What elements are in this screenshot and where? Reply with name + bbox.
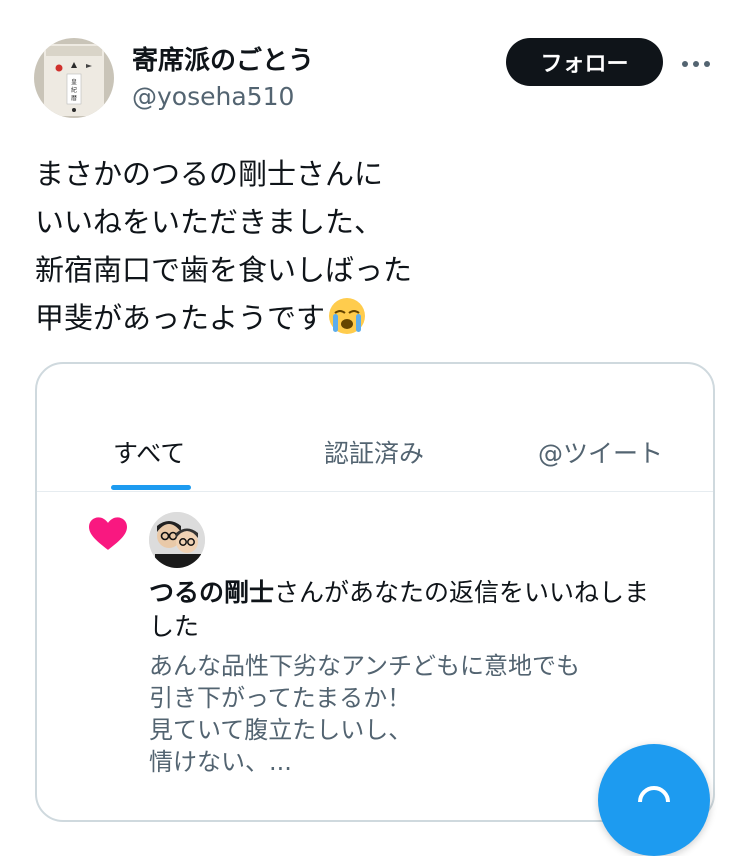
heart-icon [89,517,127,550]
quoted-line: 見ていて腹立たしいし、 [149,716,413,744]
svg-text:皇: 皇 [71,78,77,86]
tab-verified[interactable]: 認証済み [324,434,424,470]
calendar-avatar-image: 皇 紀 暦 [34,38,114,118]
tabs-divider [37,491,713,492]
liker-avatar-image [149,512,205,568]
follow-button[interactable]: フォロー [506,38,663,86]
embedded-image-notifications[interactable]: すべて 認証済み @ツイート つるの剛士さんがあなたの返信をいいねしま した あ… [35,362,715,822]
loudly-crying-face-icon [329,298,366,334]
liker-name[interactable]: つるの剛士 [149,578,274,607]
author-handle[interactable]: @yoseha510 [132,82,294,111]
tab-mentions[interactable]: @ツイート [538,434,663,470]
notification-message: さんがあなたの返信をいいねしま [274,578,650,607]
notification-text: つるの剛士さんがあなたの返信をいいねしま した [149,576,689,644]
tweet-line: いいねをいただきました、 [35,205,384,239]
compose-button[interactable] [598,744,710,856]
author-display-name[interactable]: 寄席派のごとう [132,40,314,77]
quoted-line: あんな品性下劣なアンチどもに意地でも [149,652,581,680]
tab-all[interactable]: すべて [113,434,185,470]
notification-message-cont: した [149,612,200,641]
tweet-line: まさかのつるの剛士さんに [35,157,384,191]
quoted-line: 引き下がってたまるか！ [149,684,412,712]
more-horizontal-icon[interactable] [676,44,716,84]
author-avatar[interactable]: 皇 紀 暦 [34,38,114,118]
tweet-text: まさかのつるの剛士さんに いいねをいただきました、 新宿南口で歯を食いしばった … [35,150,725,342]
tweet-line-last: 甲斐があったようです [35,294,725,342]
quoted-reply: あんな品性下劣なアンチどもに意地でも 引き下がってたまるか！ 見ていて腹立たしい… [149,650,689,778]
tweet-line-text: 甲斐があったようです [35,301,326,335]
tweet-line: 新宿南口で歯を食いしばった [35,253,413,287]
liker-avatar[interactable] [149,512,205,568]
active-tab-indicator [111,485,191,490]
compose-icon [638,786,670,803]
svg-text:暦: 暦 [71,95,77,102]
svg-text:紀: 紀 [71,86,77,94]
